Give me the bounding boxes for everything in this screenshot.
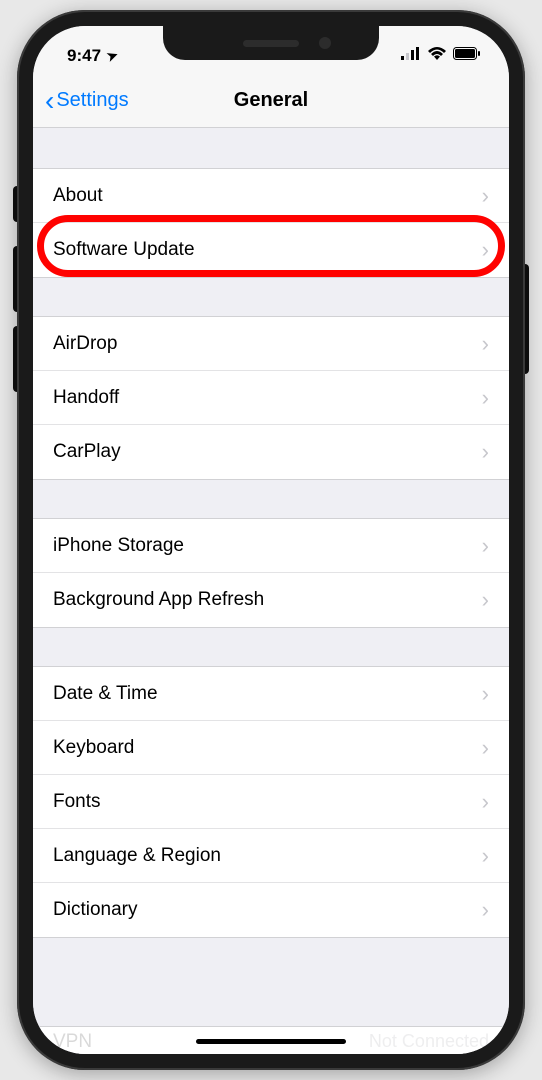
iphone-frame: 9:47 ➤ ‹ Settings General: [17, 10, 525, 1070]
home-indicator[interactable]: [196, 1039, 346, 1044]
nav-header: ‹ Settings General: [33, 74, 509, 128]
row-label: Background App Refresh: [53, 589, 264, 611]
chevron-right-icon: ›: [482, 587, 489, 613]
row-label: AirDrop: [53, 333, 117, 355]
power-button: [525, 264, 529, 374]
row-label: Dictionary: [53, 899, 137, 921]
status-right: [401, 46, 481, 66]
chevron-right-icon: ›: [482, 237, 489, 263]
row-label: Keyboard: [53, 737, 134, 759]
row-iphone-storage[interactable]: iPhone Storage ›: [33, 519, 509, 573]
silent-switch: [13, 186, 17, 222]
volume-down-button: [13, 326, 17, 392]
speaker-grille: [243, 40, 299, 47]
battery-icon: [453, 46, 481, 66]
section-spacer: [33, 628, 509, 666]
chevron-right-icon: ›: [482, 439, 489, 465]
chevron-right-icon: ›: [482, 735, 489, 761]
back-button[interactable]: ‹ Settings: [45, 85, 129, 117]
row-carplay[interactable]: CarPlay ›: [33, 425, 509, 479]
cellular-signal-icon: [401, 46, 421, 66]
volume-up-button: [13, 246, 17, 312]
section-spacer: [33, 938, 509, 976]
chevron-right-icon: ›: [482, 789, 489, 815]
row-label: iPhone Storage: [53, 535, 184, 557]
row-language-region[interactable]: Language & Region ›: [33, 829, 509, 883]
status-time: 9:47: [67, 46, 101, 66]
location-icon: ➤: [105, 47, 121, 66]
section-spacer: [33, 480, 509, 518]
row-date-time[interactable]: Date & Time ›: [33, 667, 509, 721]
section-spacer: [33, 278, 509, 316]
chevron-right-icon: ›: [482, 331, 489, 357]
row-dictionary[interactable]: Dictionary ›: [33, 883, 509, 937]
row-label: Software Update: [53, 239, 195, 261]
row-label: CarPlay: [53, 441, 121, 463]
chevron-right-icon: ›: [482, 533, 489, 559]
chevron-right-icon: ›: [482, 897, 489, 923]
back-label: Settings: [56, 89, 128, 112]
row-fonts[interactable]: Fonts ›: [33, 775, 509, 829]
row-keyboard[interactable]: Keyboard ›: [33, 721, 509, 775]
row-handoff[interactable]: Handoff ›: [33, 371, 509, 425]
page-title: General: [234, 89, 308, 112]
notch: [163, 26, 379, 60]
row-software-update[interactable]: Software Update ›: [33, 223, 509, 277]
section-system: Date & Time › Keyboard › Fonts › Languag…: [33, 666, 509, 938]
row-label: Fonts: [53, 791, 101, 813]
section-info: About › Software Update ›: [33, 168, 509, 278]
row-background-app-refresh[interactable]: Background App Refresh ›: [33, 573, 509, 627]
row-label: Handoff: [53, 387, 119, 409]
row-airdrop[interactable]: AirDrop ›: [33, 317, 509, 371]
section-storage: iPhone Storage › Background App Refresh …: [33, 518, 509, 628]
chevron-right-icon: ›: [482, 385, 489, 411]
section-connectivity: AirDrop › Handoff › CarPlay ›: [33, 316, 509, 480]
screen: 9:47 ➤ ‹ Settings General: [33, 26, 509, 1054]
wifi-icon: [427, 46, 447, 66]
chevron-right-icon: ›: [482, 843, 489, 869]
section-spacer: [33, 128, 509, 168]
row-label: Language & Region: [53, 845, 221, 867]
chevron-right-icon: ›: [482, 183, 489, 209]
content-scroll[interactable]: About › Software Update › AirDrop › Hand…: [33, 128, 509, 1054]
chevron-right-icon: ›: [482, 681, 489, 707]
row-label: VPN: [53, 1031, 92, 1053]
front-camera: [319, 37, 331, 49]
row-label: About: [53, 185, 103, 207]
status-left: 9:47 ➤: [67, 46, 118, 66]
chevron-left-icon: ‹: [45, 85, 54, 117]
row-about[interactable]: About ›: [33, 169, 509, 223]
row-label: Date & Time: [53, 683, 158, 705]
row-value: Not Connected: [369, 1031, 489, 1052]
